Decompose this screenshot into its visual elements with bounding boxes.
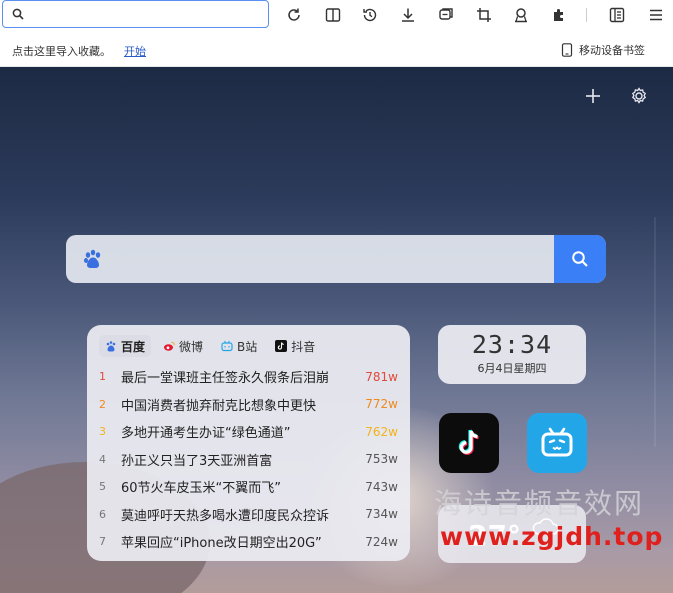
rank-number: 4 [99,452,106,466]
tab-label: 微博 [179,339,204,354]
tiktok-icon [458,429,479,455]
hot-title[interactable]: 孙正义只当了3天亚洲首富 [121,450,358,469]
bilibili-tv-icon [541,427,573,457]
crop-icon[interactable] [473,4,495,26]
hot-count: 734w [365,507,398,522]
tab-label: B站 [237,339,258,354]
extensions-icon[interactable] [548,4,570,26]
address-input[interactable] [33,4,262,26]
new-tab-page: 百度 微博 B站 抖音 1 最后一堂课班主任签永久假条后泪崩 781w 2 中国消费者… [0,67,673,593]
address-bar[interactable] [2,0,269,28]
search-box [66,235,606,283]
clock-widget: 23:34 6月4日星期四 [438,325,586,384]
weibo-icon [164,341,175,351]
search-button[interactable] [554,235,606,283]
rank-number: 1 [99,370,106,384]
hot-title[interactable]: 60节火车皮玉米“不翼而飞” [121,477,358,496]
hot-list: 1 最后一堂课班主任签永久假条后泪崩 781w 2 中国消费者抛弃耐克比想象中更快 77… [99,363,398,556]
bilibili-icon [221,340,233,352]
hot-count: 772w [365,397,398,412]
tab-douyin[interactable]: 抖音 [269,335,321,357]
bookmarks-bar: 点击这里导入收藏。 开始 移动设备书签 [0,32,673,67]
menu-icon[interactable] [645,4,667,26]
list-item[interactable]: 7 苹果回应“iPhone改日期空出20G” 724w [99,528,398,556]
import-bookmarks-hint: 点击这里导入收藏。 [12,45,111,58]
rank-number: 6 [99,507,106,521]
search-icon [12,8,24,20]
rank-number: 2 [99,397,106,411]
hot-source-tabs: 百度 微博 B站 抖音 [99,335,398,357]
tab-label: 抖音 [291,339,316,354]
hot-count: 762w [365,424,398,439]
clock-time: 23:34 [471,330,553,359]
list-item[interactable]: 4 孙正义只当了3天亚洲首富 753w [99,446,398,474]
baidu-paw-icon [84,249,101,268]
tab-bilibili[interactable]: B站 [215,335,263,357]
phone-icon [561,43,573,57]
tab-label: 百度 [121,339,146,354]
reading-list-icon[interactable] [606,4,628,26]
hot-count: 753w [365,452,398,467]
hot-title[interactable]: 多地开通考生办证“绿色通道” [121,422,358,441]
hot-count: 724w [365,534,398,549]
scrollbar[interactable] [654,217,656,447]
list-item[interactable]: 6 莫迪呼吁天热多喝水遭印度民众控诉 734w [99,501,398,529]
baidu-icon [106,341,116,352]
rank-number: 5 [99,480,106,494]
watermark-url: www.zgjdh.top [440,522,664,551]
toolbar-divider [586,8,587,22]
hot-title[interactable]: 苹果回应“iPhone改日期空出20G” [121,532,358,551]
hot-count: 743w [365,479,398,494]
mobile-bookmarks-label: 移动设备书签 [579,44,645,57]
search-input[interactable] [116,247,550,273]
gear-icon[interactable] [628,85,650,107]
refresh-icon[interactable] [283,4,305,26]
hot-title[interactable]: 中国消费者抛弃耐克比想象中更快 [121,395,358,414]
account-icon[interactable] [510,4,532,26]
bilibili-shortcut[interactable] [527,413,587,473]
list-item[interactable]: 5 60节火车皮玉米“不翼而飞” 743w [99,473,398,501]
rank-number: 3 [99,425,106,439]
search-icon [572,251,588,267]
clock-date: 6月4日星期四 [477,362,547,375]
list-item[interactable]: 2 中国消费者抛弃耐克比想象中更快 772w [99,391,398,419]
split-view-icon[interactable] [322,4,344,26]
rank-number: 7 [99,535,106,549]
import-start-link[interactable]: 开始 [124,43,146,59]
hot-title[interactable]: 最后一堂课班主任签永久假条后泪崩 [121,367,358,386]
add-icon[interactable] [582,85,604,107]
hot-search-card: 百度 微博 B站 抖音 1 最后一堂课班主任签永久假条后泪崩 781w 2 中国消费者… [87,325,410,561]
screenshot-icon[interactable] [435,4,457,26]
browser-toolbar [0,0,673,32]
hot-title[interactable]: 莫迪呼吁天热多喝水遭印度民众控诉 [121,505,358,524]
hot-count: 781w [365,369,398,384]
download-icon[interactable] [397,4,419,26]
list-item[interactable]: 3 多地开通考生办证“绿色通道” 762w [99,418,398,446]
douyin-icon [275,340,288,352]
douyin-shortcut[interactable] [439,413,499,473]
tab-weibo[interactable]: 微博 [157,335,209,357]
history-icon[interactable] [359,4,381,26]
tab-baidu[interactable]: 百度 [99,335,152,357]
watermark-text: 海诗音频音效网 [434,487,645,520]
mobile-bookmarks-button[interactable]: 移动设备书签 [561,42,645,58]
list-item[interactable]: 1 最后一堂课班主任签永久假条后泪崩 781w [99,363,398,391]
